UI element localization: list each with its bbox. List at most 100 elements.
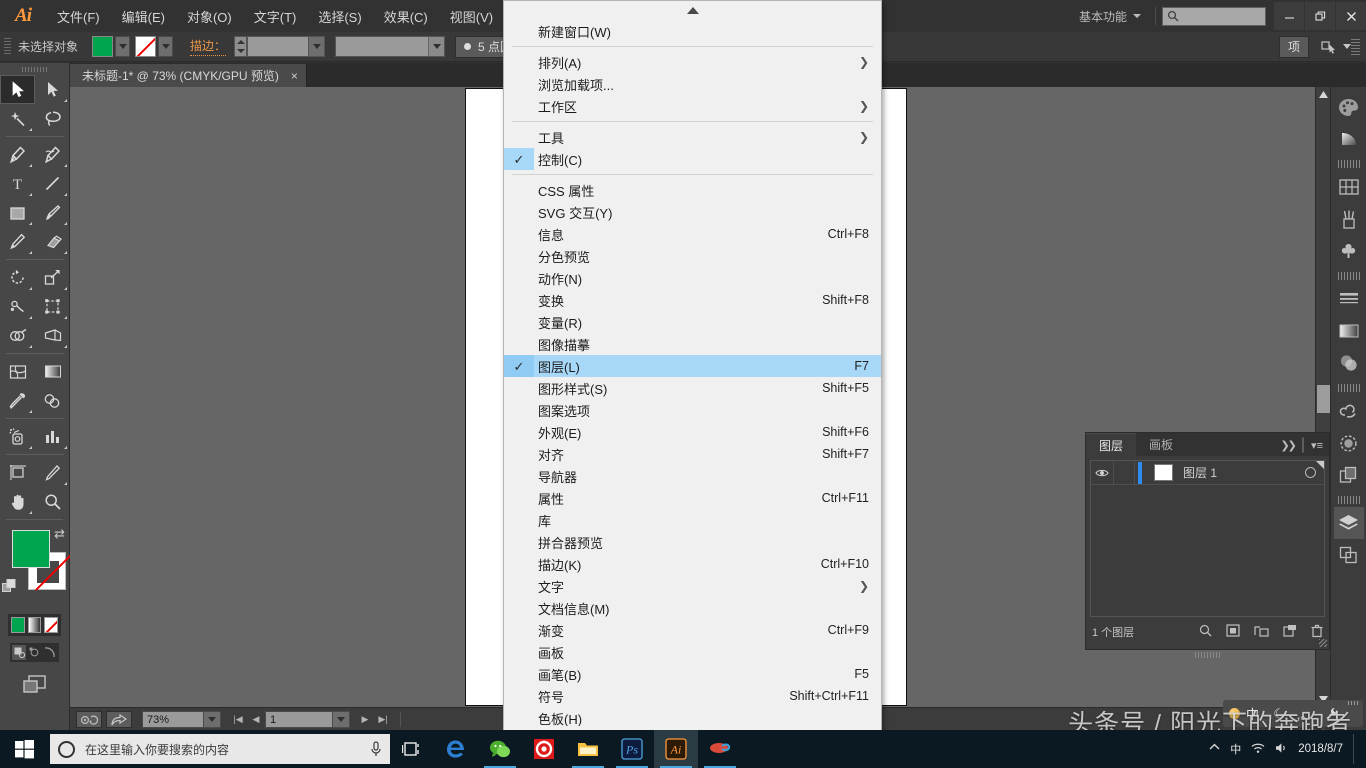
menu-3[interactable]: 对象(O) [176, 0, 243, 32]
minimize-button[interactable] [1274, 2, 1304, 30]
stroke-panel-icon[interactable] [1334, 283, 1364, 315]
close-tab-icon[interactable]: × [291, 69, 298, 83]
menu-option-16[interactable]: 图形样式(S) Shift+F5 [504, 377, 881, 399]
menu-option-25[interactable]: 文字 ❯ [504, 575, 881, 597]
gradient-panel-icon[interactable] [1334, 315, 1364, 347]
menu-option-23[interactable]: 拼合器预览 [504, 531, 881, 553]
lasso-tool[interactable] [35, 104, 70, 133]
symbols-panel-icon[interactable] [1334, 235, 1364, 267]
stroke-swatch[interactable] [135, 36, 157, 57]
menu-option-27[interactable]: 渐变 Ctrl+F9 [504, 619, 881, 641]
symbol-sprayer-tool[interactable] [0, 422, 35, 451]
last-artboard-button[interactable]: ▶| [374, 711, 392, 728]
menu-option-30[interactable]: 符号 Shift+Ctrl+F11 [504, 685, 881, 707]
tray-ime-icon[interactable]: 中 [1230, 741, 1241, 757]
selection-tool[interactable] [0, 75, 35, 104]
menu-option-20[interactable]: 导航器 [504, 465, 881, 487]
menu-7[interactable]: 视图(V) [439, 0, 504, 32]
layer-row[interactable]: 图层 1 [1091, 460, 1324, 485]
layer-lock-toggle[interactable] [1113, 460, 1135, 485]
swatches-panel-icon[interactable] [1334, 171, 1364, 203]
menu-6[interactable]: 效果(C) [373, 0, 439, 32]
draw-inside-icon[interactable] [43, 645, 57, 660]
zoom-control[interactable]: 73% [142, 711, 221, 728]
color-panel-icon[interactable] [1334, 91, 1364, 123]
eyedropper-tool[interactable] [0, 386, 35, 415]
eraser-tool[interactable] [35, 227, 70, 256]
panel-resize-handle[interactable] [1319, 639, 1327, 647]
appearance-panel-icon[interactable] [1334, 427, 1364, 459]
menu-option-7[interactable]: CSS 属性 [504, 179, 881, 201]
status-gear-icon[interactable] [76, 711, 102, 728]
prev-artboard-button[interactable]: ◀ [247, 711, 265, 728]
wechat-icon[interactable] [478, 730, 522, 768]
stroke-color-control[interactable] [135, 36, 174, 57]
tab-artboards[interactable]: 画板 [1136, 433, 1186, 456]
menu-option-24[interactable]: 描边(K) Ctrl+F10 [504, 553, 881, 575]
menu-option-19[interactable]: 对齐 Shift+F7 [504, 443, 881, 465]
rectangle-tool[interactable] [0, 198, 35, 227]
pencil-tool[interactable] [0, 227, 35, 256]
layer-visibility-toggle[interactable] [1091, 468, 1113, 478]
edge-icon[interactable] [434, 730, 478, 768]
menu-1[interactable]: 文件(F) [46, 0, 111, 32]
panel-bottom-grip[interactable] [1194, 652, 1221, 658]
menu-option-11[interactable]: 动作(N) [504, 267, 881, 289]
menu-option-9[interactable]: 信息 Ctrl+F8 [504, 223, 881, 245]
task-view-icon[interactable] [390, 730, 434, 768]
menu-option-15[interactable]: ✓ 图层(L) F7 [504, 355, 881, 377]
locate-object-icon[interactable] [1199, 624, 1212, 640]
opacity-control[interactable]: 项 [1278, 35, 1309, 58]
close-button[interactable] [1336, 2, 1366, 30]
menu-2[interactable]: 编辑(E) [111, 0, 176, 32]
first-artboard-button[interactable]: |◀ [229, 711, 247, 728]
brushes-panel-icon[interactable] [1334, 203, 1364, 235]
layers-panel-icon[interactable] [1333, 507, 1364, 539]
dock-group-grip[interactable] [1337, 160, 1360, 168]
select-similar-objects-button[interactable] [1321, 40, 1351, 54]
photoshop-icon[interactable]: Ps [610, 730, 654, 768]
fill-color-box[interactable] [12, 530, 50, 568]
start-button[interactable] [0, 730, 48, 768]
stroke-weight-stepper[interactable] [234, 36, 248, 57]
menu-option-18[interactable]: 外观(E) Shift+F6 [504, 421, 881, 443]
line-segment-tool[interactable] [35, 169, 70, 198]
artboard-tool[interactable] [0, 458, 35, 487]
make-clipping-mask-icon[interactable] [1226, 624, 1240, 640]
column-graph-tool[interactable] [35, 422, 70, 451]
width-tool[interactable] [0, 292, 35, 321]
color-swatch-button[interactable] [11, 617, 25, 633]
collapse-panel-icon[interactable]: ❯❯ [1280, 439, 1297, 452]
stroke-weight-dropdown-button[interactable] [308, 37, 325, 56]
fill-swatch[interactable] [92, 36, 114, 57]
zoom-dropdown-button[interactable] [204, 711, 221, 728]
stroke-weight-label[interactable]: 描边： [190, 37, 227, 56]
create-new-sublayer-icon[interactable] [1254, 624, 1269, 640]
menu-option-6[interactable]: ✓ 控制(C) [504, 148, 881, 170]
magic-wand-tool[interactable] [0, 104, 35, 133]
gradient-tool[interactable] [35, 357, 70, 386]
scale-tool[interactable] [35, 263, 70, 292]
tools-panel-grip[interactable] [0, 63, 69, 75]
dock-group-grip-2[interactable] [1337, 272, 1360, 280]
snip-icon[interactable] [698, 730, 742, 768]
artboard-number-input[interactable]: 1 [265, 711, 333, 728]
rotate-tool[interactable] [0, 263, 35, 292]
swap-fill-stroke-icon[interactable]: ⇄ [54, 526, 65, 542]
vertical-scroll-thumb[interactable] [1317, 385, 1330, 413]
type-tool[interactable]: T [0, 169, 35, 198]
workspace-switcher[interactable]: 基本功能 [1071, 5, 1149, 27]
menu-option-28[interactable]: 画板 [504, 641, 881, 663]
gradient-swatch-button[interactable] [27, 617, 42, 633]
menu-option-29[interactable]: 画笔(B) F5 [504, 663, 881, 685]
menu-4[interactable]: 文字(T) [243, 0, 308, 32]
curvature-tool[interactable] [35, 140, 70, 169]
restore-button[interactable] [1305, 2, 1335, 30]
slice-tool[interactable] [35, 458, 70, 487]
illustrator-icon[interactable]: Ai [654, 730, 698, 768]
menu-option-26[interactable]: 文档信息(M) [504, 597, 881, 619]
direct-selection-tool[interactable] [35, 75, 70, 104]
control-bar-menu-grip[interactable] [1351, 38, 1360, 55]
variable-width-profile-select[interactable] [335, 36, 446, 57]
tray-expand-icon[interactable] [1209, 743, 1220, 755]
